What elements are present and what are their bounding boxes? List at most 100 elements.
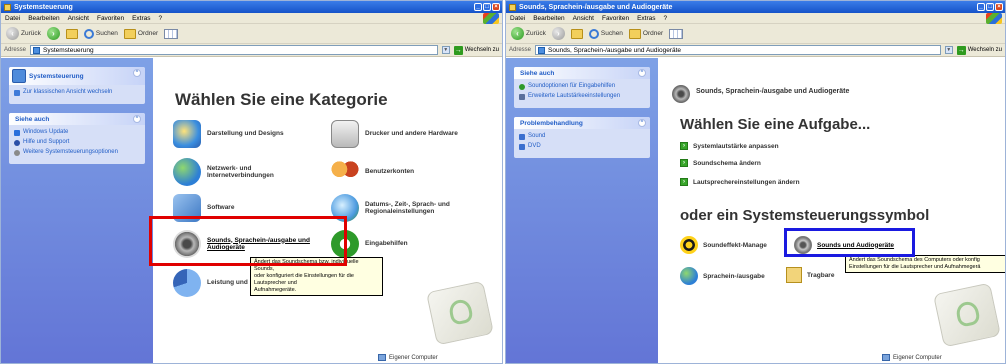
control-panel-logo-icon	[447, 297, 475, 326]
help-icon	[519, 134, 525, 140]
panel-see-also: Siehe auch ⌃ Soundoptionen für Eingabehi…	[514, 67, 650, 108]
views-button[interactable]	[164, 28, 179, 39]
icon-speech[interactable]: Sprachein-/ausgabe	[680, 267, 765, 285]
up-folder-icon	[65, 28, 78, 39]
panel-header[interactable]: Problembehandlung ⌃	[514, 117, 650, 129]
globe-icon	[173, 158, 201, 186]
views-button[interactable]	[669, 28, 684, 39]
category-date-time-region[interactable]: Datums-, Zeit-, Sprach- und Regionaleins…	[331, 194, 450, 222]
collapse-chevron-icon[interactable]: ⌃	[638, 69, 646, 77]
panel-see-also: Siehe auch ⌃ Windows Update Hilfe und Su…	[9, 113, 145, 164]
views-icon	[164, 28, 179, 39]
close-button[interactable]: ×	[995, 3, 1003, 11]
windows-update-icon	[14, 130, 20, 136]
title-bar[interactable]: Systemsteuerung _ □ ×	[1, 1, 502, 13]
troubleshoot-sound-link[interactable]: Sound	[519, 133, 645, 140]
computer-icon	[378, 354, 386, 361]
window-title: Sounds, Sprachein-/ausgabe und Audiogerä…	[519, 3, 673, 11]
folders-button[interactable]: Ordner	[123, 28, 158, 39]
maximize-button[interactable]: □	[986, 3, 994, 11]
menu-favorites[interactable]: Favoriten	[97, 15, 124, 22]
address-field[interactable]: Systemsteuerung	[30, 45, 438, 55]
search-button[interactable]: Suchen	[588, 28, 623, 39]
category-appearance[interactable]: Darstellung und Designs	[173, 120, 284, 148]
menu-file[interactable]: Datei	[510, 15, 525, 22]
users-icon	[331, 158, 359, 186]
windows-update-link[interactable]: Windows Update	[14, 129, 140, 136]
address-label: Adresse	[4, 47, 27, 53]
menu-edit[interactable]: Bearbeiten	[533, 15, 564, 22]
category-view: Wählen Sie eine Kategorie Darstellung un…	[149, 58, 502, 363]
toolbar: ‹ Zurück › Suchen Ordner	[506, 24, 1005, 44]
status-my-computer: Eigener Computer	[378, 354, 438, 361]
control-panel-icon	[12, 69, 26, 83]
go-arrow-icon: →	[453, 45, 463, 55]
menu-favorites[interactable]: Favoriten	[602, 15, 629, 22]
collapse-chevron-icon[interactable]: ⌃	[133, 69, 141, 77]
go-button[interactable]: → Wechseln zu	[956, 45, 1002, 55]
task-change-scheme[interactable]: › Soundschema ändern	[680, 159, 761, 167]
address-dropdown-button[interactable]: ▼	[944, 46, 953, 54]
task-arrow-icon: ›	[680, 142, 688, 150]
task-arrow-icon: ›	[680, 159, 688, 167]
windows-logo-icon	[986, 13, 1002, 24]
options-icon	[14, 150, 20, 156]
toolbar: ‹ Zurück › Suchen Ordner	[1, 24, 502, 44]
control-panel-logo-icon	[954, 299, 982, 328]
address-field[interactable]: Sounds, Sprachein-/ausgabe und Audiogerä…	[535, 45, 941, 55]
troubleshoot-dvd-link[interactable]: DVD	[519, 143, 645, 150]
menu-bar: Datei Bearbeiten Ansicht Favoriten Extra…	[506, 13, 1005, 24]
close-button[interactable]: ×	[492, 3, 500, 11]
icon-portable-devices[interactable]: Tragbare	[786, 267, 834, 283]
task-adjust-volume[interactable]: › Systemlautstärke anpassen	[680, 142, 779, 150]
go-button[interactable]: → Wechseln zu	[453, 45, 499, 55]
menu-view[interactable]: Ansicht	[68, 15, 89, 22]
back-arrow-icon: ‹	[511, 27, 524, 40]
menu-help[interactable]: ?	[159, 15, 163, 22]
help-icon	[14, 140, 20, 146]
up-folder-button[interactable]	[65, 28, 78, 39]
category-network[interactable]: Netzwerk- und Internetverbindungen	[173, 158, 274, 186]
title-bar[interactable]: Sounds, Sprachein-/ausgabe und Audiogerä…	[506, 1, 1005, 13]
minimize-button[interactable]: _	[474, 3, 482, 11]
minimize-button[interactable]: _	[977, 3, 985, 11]
collapse-chevron-icon[interactable]: ⌃	[133, 115, 141, 123]
collapse-chevron-icon[interactable]: ⌃	[638, 119, 646, 127]
menu-edit[interactable]: Bearbeiten	[28, 15, 59, 22]
folders-button[interactable]: Ordner	[628, 28, 663, 39]
menu-tools[interactable]: Extras	[132, 15, 150, 22]
up-folder-button[interactable]	[570, 28, 583, 39]
up-folder-icon	[570, 28, 583, 39]
back-button[interactable]: ‹ Zurück	[511, 27, 546, 40]
forward-button[interactable]: ›	[46, 27, 60, 40]
advanced-volume-link[interactable]: Erweiterte Lautstärkeeinstellungen	[519, 93, 645, 100]
task-speaker-settings[interactable]: › Lautsprechereinstellungen ändern	[680, 178, 800, 186]
sound-accessibility-link[interactable]: Soundoptionen für Eingabehilfen	[519, 83, 645, 90]
category-user-accounts[interactable]: Benutzerkonten	[331, 158, 414, 186]
search-button[interactable]: Suchen	[83, 28, 118, 39]
maximize-button[interactable]: □	[483, 3, 491, 11]
menu-help[interactable]: ?	[664, 15, 668, 22]
volume-settings-icon	[519, 94, 525, 100]
address-dropdown-button[interactable]: ▼	[441, 46, 450, 54]
forward-button[interactable]: ›	[551, 27, 565, 40]
menu-view[interactable]: Ansicht	[573, 15, 594, 22]
more-options-link[interactable]: Weitere Systemsteuerungsoptionen	[14, 149, 140, 156]
control-panel-icon	[4, 3, 11, 11]
panel-header[interactable]: Siehe auch ⌃	[514, 67, 650, 79]
panel-header[interactable]: Siehe auch ⌃	[9, 113, 145, 125]
task-pane: Systemsteuerung ⌃ Zur klassischen Ansich…	[1, 58, 153, 363]
back-button[interactable]: ‹ Zurück	[6, 27, 41, 40]
menu-tools[interactable]: Extras	[637, 15, 655, 22]
menu-file[interactable]: Datei	[5, 15, 20, 22]
classic-view-icon	[14, 90, 20, 96]
panel-header[interactable]: Systemsteuerung ⌃	[9, 67, 145, 85]
icon-sound-effect-manager[interactable]: Soundeffekt-Manage	[680, 236, 767, 254]
category-performance[interactable]: Leistung und	[173, 269, 248, 297]
switch-classic-view-link[interactable]: Zur klassischen Ansicht wechseln	[14, 89, 140, 96]
help-support-link[interactable]: Hilfe und Support	[14, 139, 140, 146]
watermark-sticker	[426, 280, 494, 346]
category-printers-hardware[interactable]: Drucker und andere Hardware	[331, 120, 458, 148]
sounds-window: Sounds, Sprachein-/ausgabe und Audiogerä…	[505, 0, 1006, 364]
page-title: Wählen Sie eine Kategorie	[175, 90, 388, 109]
